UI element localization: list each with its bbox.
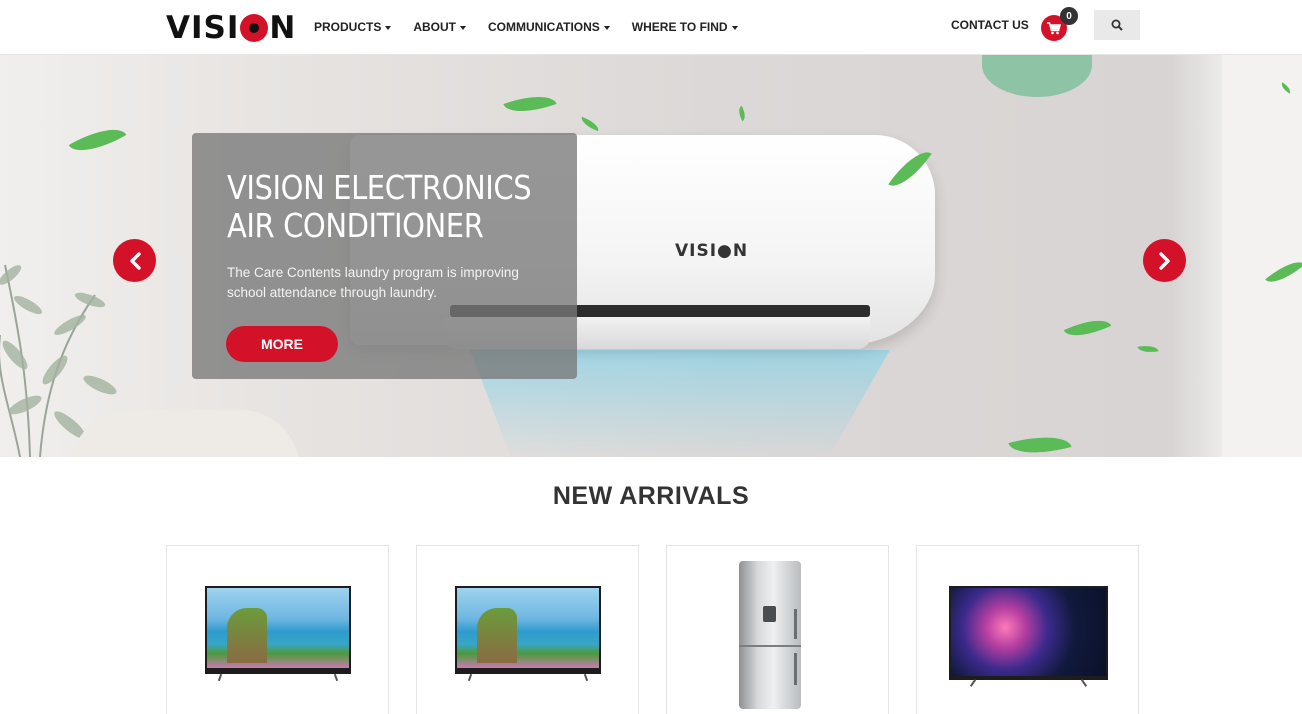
caret-down-icon xyxy=(731,26,738,30)
tv-bezel xyxy=(205,668,351,674)
site-header: VISI N PRODUCTS ABOUT COMMUNICATIONS WHER… xyxy=(0,0,1302,55)
tv-screen xyxy=(205,586,351,670)
tv-foot xyxy=(467,673,473,682)
caret-down-icon xyxy=(603,26,610,30)
search-button[interactable] xyxy=(1094,10,1140,40)
main-nav: PRODUCTS ABOUT COMMUNICATIONS WHERE TO F… xyxy=(314,20,738,34)
search-icon xyxy=(1111,19,1123,31)
hero-slider: VISI●N VISION ELECTRONICS AIR CONDITIONE… xyxy=(0,55,1302,457)
hero-caption: VISION ELECTRONICS AIR CONDITIONER The C… xyxy=(192,133,577,379)
caret-down-icon xyxy=(385,26,392,30)
tv-foot xyxy=(1080,679,1088,687)
slider-next-button[interactable] xyxy=(1143,239,1186,282)
caret-down-icon xyxy=(460,26,467,30)
leaf-decoration xyxy=(1008,427,1072,457)
leaf-decoration xyxy=(68,117,127,163)
fridge-handle xyxy=(794,653,797,685)
pendant-lamp xyxy=(982,55,1092,97)
logo-text-b: N xyxy=(269,10,297,46)
new-arrivals-title: NEW ARRIVALS xyxy=(552,482,750,510)
product-card[interactable] xyxy=(166,545,389,714)
leaf-decoration xyxy=(735,105,749,122)
hero-title: VISION ELECTRONICS AIR CONDITIONER xyxy=(227,168,532,245)
contact-us-link[interactable]: CONTACT US xyxy=(951,18,1029,32)
product-card[interactable] xyxy=(666,545,889,714)
tv-bezel xyxy=(455,668,601,674)
water-dispenser xyxy=(763,606,776,622)
fridge-door-split xyxy=(739,645,801,647)
leaf-decoration xyxy=(1137,343,1159,355)
fridge-handle xyxy=(794,609,797,639)
cliff-scene xyxy=(227,608,267,663)
leaf-decoration xyxy=(503,86,557,122)
tv-foot xyxy=(217,673,223,682)
nav-about[interactable]: ABOUT xyxy=(413,20,467,34)
nav-communications[interactable]: COMMUNICATIONS xyxy=(488,20,610,34)
logo-eye-icon xyxy=(240,14,269,42)
slider-prev-button[interactable] xyxy=(113,239,156,282)
tv-foot xyxy=(333,673,339,682)
chevron-right-icon xyxy=(1158,251,1170,270)
nav-products[interactable]: PRODUCTS xyxy=(314,20,392,34)
product-card[interactable] xyxy=(916,545,1139,714)
product-card[interactable] xyxy=(416,545,639,714)
fridge-product-image xyxy=(739,561,801,709)
chevron-left-icon xyxy=(129,251,141,270)
more-button[interactable]: MORE xyxy=(226,326,338,362)
leaf-decoration xyxy=(1063,311,1112,345)
cliff-scene xyxy=(477,608,517,663)
vision-logo[interactable]: VISI N xyxy=(166,10,296,46)
hero-description: The Care Contents laundry program is imp… xyxy=(227,265,519,300)
chair-decoration xyxy=(70,410,300,457)
logo-text-a: VISI xyxy=(166,10,240,46)
leaf-decoration xyxy=(579,116,601,132)
tv-screen xyxy=(949,586,1108,678)
hero-background-strip xyxy=(1222,55,1302,457)
ac-brand-label: VISI●N xyxy=(675,241,749,261)
tv-foot xyxy=(583,673,589,682)
cart-count-badge: 0 xyxy=(1060,7,1078,25)
tv-foot xyxy=(969,679,977,687)
tv-screen xyxy=(455,586,601,670)
nav-where-to-find[interactable]: WHERE TO FIND xyxy=(632,20,738,34)
